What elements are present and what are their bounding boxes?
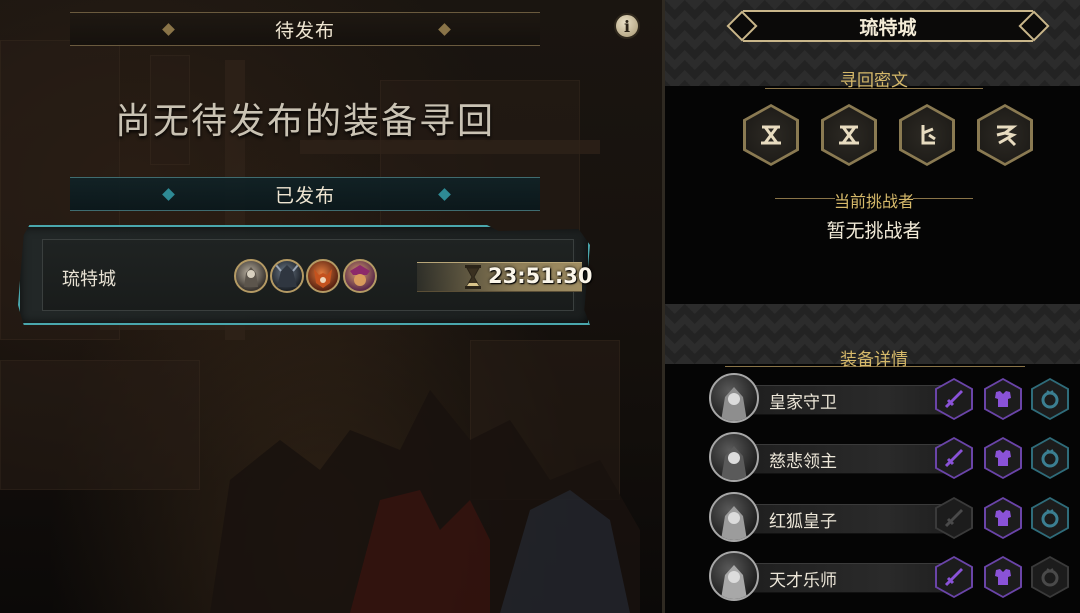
rune-glyph-icon [761,125,781,145]
diamond-ornament [438,188,451,201]
rune-slot-3 [899,104,955,166]
hourglass-icon [465,265,481,289]
hero-name: 天才乐师 [769,571,837,591]
ring-icon [1041,509,1059,528]
hero-portrait [709,432,759,482]
genius-musician-avatar [343,259,377,293]
city-title-plate: 琉特城 [726,10,1050,42]
pending-banner: 待发布 [70,12,540,46]
city-detail-panel: 琉特城 寻回密文 当前挑战者 暂无挑战者 装备详情 皇家守卫慈悲领主红狐皇子天才… [662,0,1080,613]
rune-slot-1 [743,104,799,166]
ring-icon [1041,390,1059,409]
equipment-row[interactable]: 皇家守卫 [709,373,1080,423]
sword-icon [944,509,963,528]
equipment-details-label: 装备详情 [840,350,908,370]
sword-icon [944,390,963,409]
hero-name: 皇家守卫 [769,393,837,413]
armor-slot[interactable] [984,556,1022,598]
equipment-row-bar [729,563,954,593]
equipment-row-bar [729,504,954,534]
hero-name: 慈悲领主 [769,452,837,472]
countdown-timer: 23:51:30 [488,264,593,288]
city-title: 琉特城 [859,16,917,39]
rune-slot-4 [977,104,1033,166]
cipher-label: 寻回密文 [840,71,908,91]
armor-slot[interactable] [984,378,1022,420]
challenger-label: 当前挑战者 [833,192,914,211]
armor-slot[interactable] [984,497,1022,539]
armor-slot[interactable] [984,437,1022,479]
equipment-row-bar [729,385,954,415]
ring-slot[interactable] [1031,378,1069,420]
rune-glyph-icon [839,125,859,145]
equipment-row[interactable]: 天才乐师 [709,551,1080,601]
royal-guard-avatar [234,259,268,293]
armor-icon [995,510,1011,526]
hero-name: 红狐皇子 [769,512,837,532]
ring-slot[interactable] [1031,497,1069,539]
merciful-lord-avatar [270,259,304,293]
diamond-ornament [162,188,175,201]
published-banner: 已发布 [70,177,540,211]
ring-slot[interactable] [1031,556,1069,598]
hero-portrait [709,551,759,601]
equipment-row[interactable]: 慈悲领主 [709,432,1080,482]
hero-portrait [709,492,759,542]
rune-slot-2 [821,104,877,166]
diamond-ornament [162,23,175,36]
mission-city-name: 琉特城 [62,269,116,290]
pending-title: 待发布 [274,19,335,42]
diamond-ornament [438,23,451,36]
ring-slot[interactable] [1031,437,1069,479]
ring-icon [1041,568,1059,587]
equipment-row-bar [729,444,954,474]
sword-icon [944,568,963,587]
equipment-row[interactable]: 红狐皇子 [709,492,1080,542]
hero-portrait [709,373,759,423]
rune-glyph-icon [921,125,936,145]
info-icon[interactable]: i [614,13,640,39]
ring-icon [1041,449,1059,468]
armor-icon [995,569,1011,585]
red-fox-prince-avatar [306,259,340,293]
sword-icon [944,449,963,468]
published-title: 已发布 [274,184,335,207]
silhouette-figures [210,390,640,613]
challenger-value: 暂无挑战者 [826,220,922,242]
rune-glyph-icon [996,125,1018,147]
empty-pending-message: 尚无待发布的装备寻回 [114,101,495,142]
armor-icon [995,450,1011,466]
armor-icon [995,391,1011,407]
